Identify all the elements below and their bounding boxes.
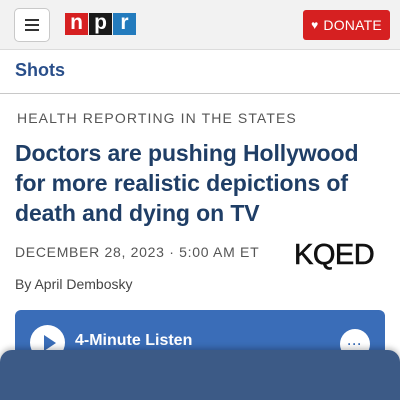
article-kicker[interactable]: HEALTH REPORTING IN THE STATES [17, 110, 297, 126]
donate-button[interactable]: ♥ DONATE [303, 10, 390, 40]
hamburger-menu-icon[interactable] [14, 8, 50, 42]
top-navigation-bar: n p r ♥ DONATE [0, 0, 400, 50]
byline-prefix: By [15, 276, 35, 292]
heart-icon: ♥ [311, 18, 319, 32]
kqed-partner-logo[interactable]: KQED [294, 240, 375, 270]
article-byline: By April Dembosky [15, 276, 133, 292]
menu-line [25, 24, 39, 26]
menu-line [25, 29, 39, 31]
donate-label: DONATE [323, 17, 382, 33]
section-header: Shots [0, 50, 400, 94]
section-link-shots[interactable]: Shots [15, 60, 65, 81]
bottom-overlay-panel[interactable] [0, 350, 400, 400]
logo-letter-r: r [113, 12, 136, 35]
npr-logo[interactable]: n p r [65, 12, 136, 35]
author-link[interactable]: April Dembosky [34, 276, 132, 292]
article-dateline: DECEMBER 28, 2023 · 5:00 AM ET [15, 244, 260, 260]
article-headline: Doctors are pushing Hollywood for more r… [15, 140, 359, 226]
menu-line [25, 19, 39, 21]
logo-letter-n: n [65, 12, 88, 35]
listen-duration-label[interactable]: 4-Minute Listen [75, 332, 192, 350]
logo-letter-p: p [89, 12, 112, 35]
